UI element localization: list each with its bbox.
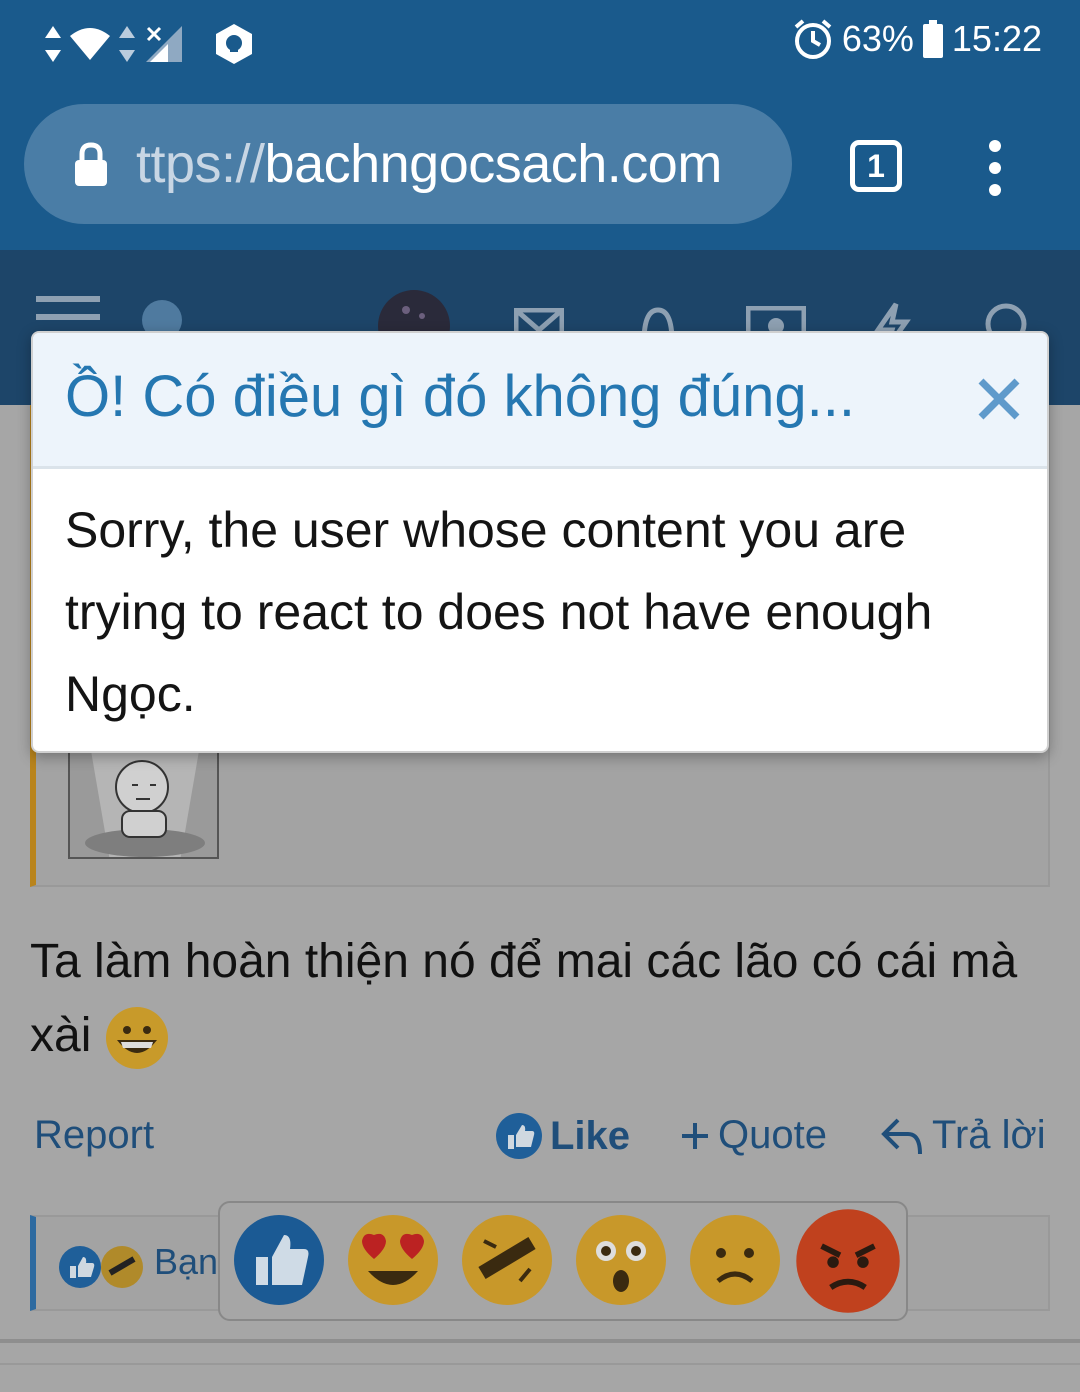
haha-reaction-icon	[101, 1246, 143, 1288]
lock-icon	[75, 142, 107, 186]
data-arrows-icon	[119, 26, 135, 62]
signal-no-sim-icon	[146, 26, 182, 62]
cartoon-figure-icon	[70, 745, 217, 857]
reply-button[interactable]: Trả lời	[880, 1113, 1046, 1158]
like-reaction-button-icon[interactable]	[232, 1213, 326, 1307]
thumbs-up-icon	[496, 1113, 542, 1159]
dialog-title: Ồ! Có điều gì đó không đúng...	[65, 364, 855, 429]
angry-reaction-button-icon[interactable]	[794, 1207, 902, 1315]
reply-label: Trả lời	[932, 1113, 1046, 1157]
post-text: Ta làm hoàn thiện nó để mai các lão có c…	[30, 935, 1018, 1062]
divider	[0, 1363, 1080, 1365]
status-icons-right: 63% 15:22	[792, 18, 1042, 60]
wifi-icon	[70, 28, 110, 60]
haha-reaction-button-icon[interactable]	[460, 1213, 554, 1307]
post-body: Ta làm hoàn thiện nó để mai các lão có c…	[30, 925, 1040, 1073]
reply-arrow-icon	[881, 1118, 922, 1154]
url-scheme: ttps://	[136, 134, 265, 194]
love-reaction-button-icon[interactable]	[346, 1213, 440, 1307]
url-host: bachngocsach.com	[264, 134, 723, 194]
quote-label: Quote	[718, 1113, 827, 1157]
hamburger-menu-icon[interactable]	[36, 296, 100, 336]
status-bar: 63% 15:22	[0, 0, 1080, 88]
reaction-summary-label: Bạn	[154, 1241, 219, 1282]
url-text[interactable]: ttps://bachngocsach.com	[136, 133, 722, 195]
quoted-image	[68, 743, 219, 859]
error-dialog: Ồ! Có điều gì đó không đúng... Sorry, th…	[31, 331, 1049, 753]
dialog-message: Sorry, the user whose content you are tr…	[65, 502, 933, 722]
vpn-shield-icon	[216, 24, 252, 64]
clock-time: 15:22	[951, 18, 1042, 59]
plus-icon	[682, 1122, 708, 1149]
post-actions: Report Like Quote Trả lời	[0, 1113, 1080, 1173]
status-icons-left	[44, 22, 256, 66]
battery-percent: 63%	[841, 18, 914, 59]
like-reaction-icon	[59, 1246, 101, 1288]
quote-button[interactable]: Quote	[680, 1113, 827, 1158]
overflow-menu-icon[interactable]	[980, 140, 1010, 196]
browser-toolbar: ttps://bachngocsach.com 1	[0, 88, 1080, 250]
alarm-clock-icon	[794, 19, 832, 59]
battery-icon	[922, 20, 943, 58]
dialog-header: Ồ! Có điều gì đó không đúng...	[33, 333, 1047, 469]
reaction-picker	[218, 1201, 908, 1321]
sad-reaction-button-icon[interactable]	[688, 1213, 782, 1307]
address-bar[interactable]: ttps://bachngocsach.com	[24, 104, 792, 224]
data-arrows-icon	[45, 26, 61, 62]
like-label: Like	[550, 1113, 631, 1158]
close-icon[interactable]	[977, 377, 1021, 421]
grinning-emoji-icon	[105, 1007, 168, 1070]
tab-switcher-button[interactable]: 1	[850, 140, 902, 192]
report-link[interactable]: Report	[34, 1113, 154, 1158]
divider	[0, 1339, 1080, 1343]
like-button[interactable]: Like	[496, 1113, 630, 1159]
wow-reaction-button-icon[interactable]	[574, 1213, 668, 1307]
